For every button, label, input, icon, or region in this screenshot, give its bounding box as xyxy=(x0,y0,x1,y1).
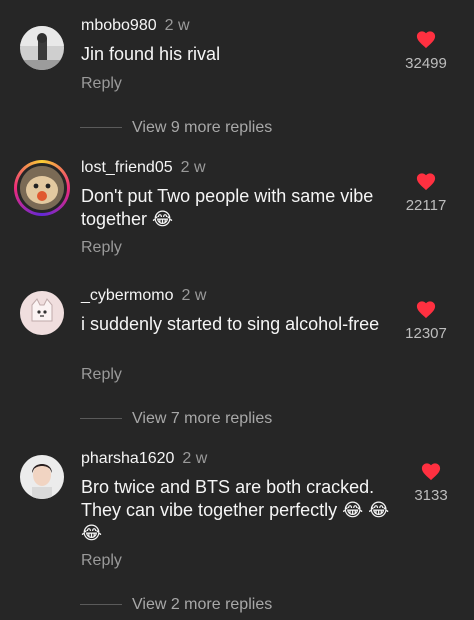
reply-button[interactable]: Reply xyxy=(81,552,122,570)
view-more-label: View 9 more replies xyxy=(132,119,273,136)
avatar[interactable] xyxy=(20,455,64,499)
story-ring[interactable] xyxy=(14,160,70,216)
like-count: 22117 xyxy=(405,197,447,214)
comment-meta: lost_friend05 2 w xyxy=(81,159,206,177)
heart-icon xyxy=(421,463,441,481)
avatar xyxy=(20,166,64,210)
like-button[interactable]: 22117 xyxy=(396,171,456,214)
username[interactable]: pharsha1620 xyxy=(81,450,174,467)
comment: _cybermomo 2 w i suddenly started to sing… xyxy=(0,280,474,400)
timestamp: 2 w xyxy=(181,287,207,304)
view-more-replies[interactable]: View 9 more replies xyxy=(80,119,272,137)
comment-text: Bro twice and BTS are both cracked. They… xyxy=(81,477,390,543)
timestamp: 2 w xyxy=(180,159,206,176)
view-more-label: View 7 more replies xyxy=(132,410,273,427)
like-button[interactable]: 32499 xyxy=(396,29,456,72)
heart-icon xyxy=(416,31,436,49)
comment: mbobo980 2 w Jin found his rival Reply 32… xyxy=(0,0,474,130)
reply-button[interactable]: Reply xyxy=(81,75,122,93)
comment: pharsha1620 2 w Bro twice and BTS are bot… xyxy=(0,440,474,590)
view-more-label: View 2 more replies xyxy=(132,596,273,613)
username[interactable]: mbobo980 xyxy=(81,17,157,34)
like-button[interactable]: 3133 xyxy=(401,461,461,504)
divider-line xyxy=(80,604,122,606)
comment-text: Jin found his rival xyxy=(81,44,221,64)
like-count: 3133 xyxy=(414,487,448,504)
comment-meta: mbobo980 2 w xyxy=(81,17,190,35)
view-more-replies[interactable]: View 7 more replies xyxy=(80,410,272,428)
like-count: 32499 xyxy=(405,55,447,72)
username[interactable]: lost_friend05 xyxy=(81,159,173,176)
reply-button[interactable]: Reply xyxy=(81,239,122,257)
heart-icon xyxy=(416,173,436,191)
reply-button[interactable]: Reply xyxy=(81,366,122,384)
comment-meta: _cybermomo 2 w xyxy=(81,287,206,305)
view-more-replies[interactable]: View 2 more replies xyxy=(80,596,272,614)
timestamp: 2 w xyxy=(182,450,208,467)
avatar[interactable] xyxy=(20,26,64,70)
comment: lost_friend05 2 w Don't put Two people wi… xyxy=(0,150,474,280)
timestamp: 2 w xyxy=(164,17,190,34)
like-count: 12307 xyxy=(405,325,447,342)
divider-line xyxy=(80,127,122,129)
comment-text: i suddenly started to sing alcohol-free xyxy=(81,314,380,334)
avatar[interactable] xyxy=(20,291,64,335)
username[interactable]: _cybermomo xyxy=(81,287,173,304)
comment-text: Don't put Two people with same vibe toge… xyxy=(81,186,374,229)
comment-meta: pharsha1620 2 w xyxy=(81,450,207,468)
like-button[interactable]: 12307 xyxy=(396,299,456,342)
heart-icon xyxy=(416,301,436,319)
divider-line xyxy=(80,418,122,420)
